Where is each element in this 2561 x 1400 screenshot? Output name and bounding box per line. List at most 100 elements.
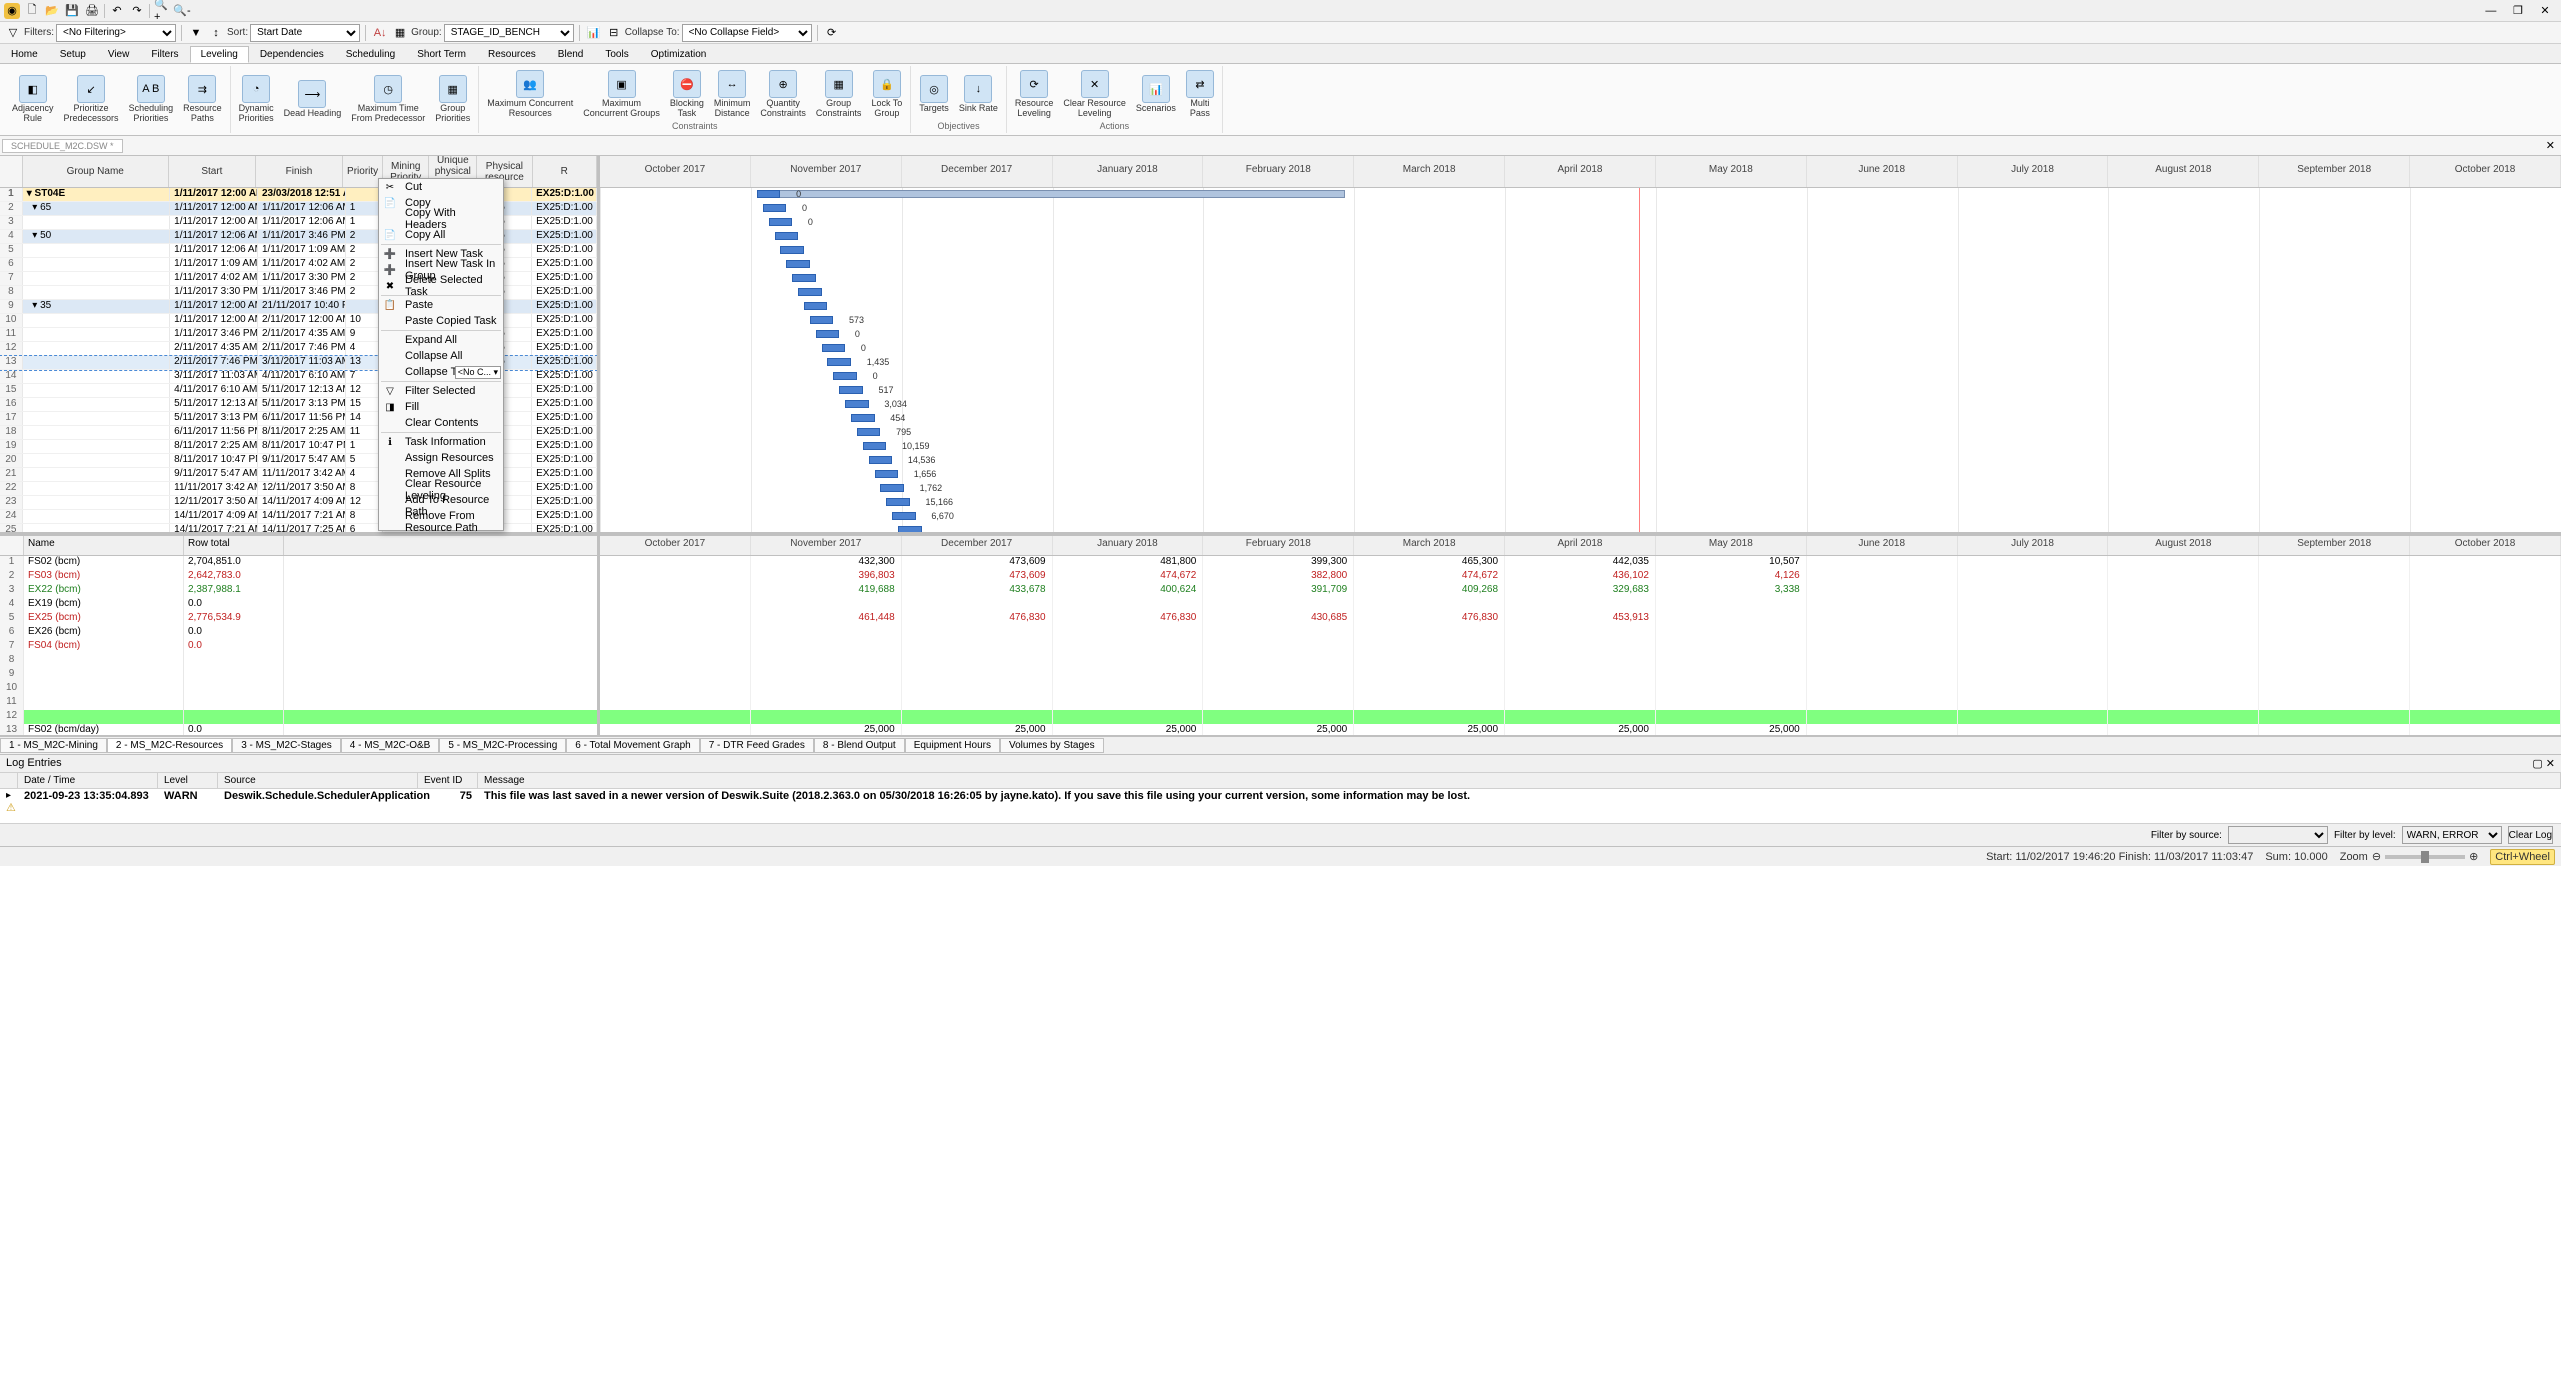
log-row[interactable]: ▸ ⚠ 2021-09-23 13:35:04.893 WARN Deswik.… (0, 789, 2561, 815)
resource-row[interactable]: 13FS02 (bcm/day)0.0 (0, 724, 597, 735)
ribbon-tab-filters[interactable]: Filters (140, 46, 189, 63)
minimize-button[interactable]: — (2479, 2, 2503, 20)
menu-filter-selected[interactable]: ▽Filter Selected (379, 383, 503, 399)
gantt-bar[interactable] (863, 442, 887, 450)
task-row[interactable]: 24 14/11/2017 4:09 AM 14/11/2017 7:21 AM… (0, 510, 597, 524)
gantt-bar[interactable] (780, 246, 804, 254)
task-row[interactable]: 25 14/11/2017 7:21 AM 14/11/2017 7:25 AM… (0, 524, 597, 532)
ribbon-tab-resources[interactable]: Resources (477, 46, 547, 63)
resource-row[interactable]: 8 (0, 654, 597, 668)
gantt-bar[interactable] (892, 512, 916, 520)
grid-body[interactable]: 1 ▾ ST04E 1/11/2017 12:00 AM 23/03/2018 … (0, 188, 597, 532)
res-grid-body[interactable]: 1FS02 (bcm)2,704,851.02FS03 (bcm)2,642,7… (0, 556, 597, 735)
task-row[interactable]: 4 ▾ 50 1/11/2017 12:06 AM 1/11/2017 3:46… (0, 230, 597, 244)
col-group-name[interactable]: Group Name (23, 156, 169, 187)
ribbon-clear-resource[interactable]: ✕Clear ResourceLeveling (1061, 68, 1128, 121)
sheet-tab[interactable]: 3 - MS_M2C-Stages (232, 738, 341, 753)
task-row[interactable]: 18 6/11/2017 11:56 PM 8/11/2017 2:25 AM … (0, 426, 597, 440)
ribbon-scenarios[interactable]: 📊Scenarios (1134, 73, 1178, 116)
ribbon-prioritize[interactable]: ↙PrioritizePredecessors (62, 73, 121, 126)
gantt-bar[interactable] (839, 386, 863, 394)
task-row[interactable]: 21 9/11/2017 5:47 AM 11/11/2017 3:42 AM … (0, 468, 597, 482)
ribbon-maximum-concurrent[interactable]: 👥Maximum ConcurrentResources (485, 68, 575, 121)
ribbon-tab-blend[interactable]: Blend (547, 46, 595, 63)
sort-icon[interactable]: ↕ (207, 24, 225, 42)
task-row[interactable]: 1 ▾ ST04E 1/11/2017 12:00 AM 23/03/2018 … (0, 188, 597, 202)
task-row[interactable]: 3 1/11/2017 12:00 AM 1/11/2017 12:06 AM … (0, 216, 597, 230)
ribbon-targets[interactable]: ◎Targets (917, 73, 951, 116)
menu-cut[interactable]: ✂Cut (379, 179, 503, 195)
gantt-bar[interactable] (775, 232, 799, 240)
log-col-eventid[interactable]: Event ID (418, 773, 478, 788)
collapse-select[interactable]: <No Collapse Field> (682, 24, 812, 42)
ribbon-lock-to[interactable]: 🔒Lock ToGroup (869, 68, 904, 121)
sheet-tab[interactable]: 4 - MS_M2C-O&B (341, 738, 440, 753)
gantt-bar[interactable] (869, 456, 893, 464)
ribbon-resource[interactable]: ⟳ResourceLeveling (1013, 68, 1056, 121)
gantt-bar[interactable] (786, 260, 810, 268)
collapse-icon[interactable]: ⊟ (605, 24, 623, 42)
task-row[interactable]: 9 ▾ 35 1/11/2017 12:00 AM 21/11/2017 10:… (0, 300, 597, 314)
ribbon-scheduling[interactable]: A BSchedulingPriorities (127, 73, 176, 126)
gantt-bar[interactable] (822, 344, 846, 352)
resource-row[interactable]: 11 (0, 696, 597, 710)
zoom-out-icon[interactable]: ⊖ (2372, 850, 2381, 863)
col-res-name[interactable]: Name (24, 536, 184, 555)
menu-copy-all[interactable]: 📄Copy All (379, 227, 503, 243)
group-select[interactable]: STAGE_ID_BENCH (444, 24, 574, 42)
ribbon-tab-setup[interactable]: Setup (49, 46, 97, 63)
task-row[interactable]: 17 5/11/2017 3:13 PM 6/11/2017 11:56 PM … (0, 412, 597, 426)
task-row[interactable]: 16 5/11/2017 12:13 AM 5/11/2017 3:13 PM … (0, 398, 597, 412)
resource-row[interactable]: 12 (0, 710, 597, 724)
menu-fill[interactable]: ◨Fill (379, 399, 503, 415)
sheet-tab[interactable]: Equipment Hours (905, 738, 1000, 753)
ribbon-sink-rate[interactable]: ↓Sink Rate (957, 73, 1000, 116)
zoom-control[interactable]: Zoom ⊖ ⊕ (2340, 850, 2479, 863)
ribbon-tab-optimization[interactable]: Optimization (640, 46, 718, 63)
task-row[interactable]: 19 8/11/2017 2:25 AM 8/11/2017 10:47 PM … (0, 440, 597, 454)
sort-select[interactable]: Start Date (250, 24, 360, 42)
filter-source-select[interactable] (2228, 826, 2328, 844)
ribbon-tab-home[interactable]: Home (0, 46, 49, 63)
menu-collapse-to-group[interactable]: Collapse To Group<No C... ▾ (379, 364, 503, 380)
gantt-bar[interactable] (857, 428, 881, 436)
task-row[interactable]: 11 1/11/2017 3:46 PM 2/11/2017 4:35 AM 9… (0, 328, 597, 342)
log-col-level[interactable]: Level (158, 773, 218, 788)
resource-row[interactable]: 7FS04 (bcm)0.0 (0, 640, 597, 654)
ribbon-tab-short-term[interactable]: Short Term (406, 46, 477, 63)
col-r[interactable]: R (533, 156, 597, 187)
resource-row[interactable]: 1FS02 (bcm)2,704,851.0 (0, 556, 597, 570)
task-row[interactable]: 8 1/11/2017 3:30 PM 1/11/2017 3:46 PM 2 … (0, 286, 597, 300)
sheet-tab[interactable]: 7 - DTR Feed Grades (700, 738, 814, 753)
col-start[interactable]: Start (169, 156, 256, 187)
menu-collapse-all[interactable]: Collapse All (379, 348, 503, 364)
task-row[interactable]: 5 1/11/2017 12:06 AM 1/11/2017 1:09 AM 2… (0, 244, 597, 258)
task-row[interactable]: 12 2/11/2017 4:35 AM 2/11/2017 7:46 PM 4… (0, 342, 597, 356)
sheet-tab[interactable]: 2 - MS_M2C-Resources (107, 738, 232, 753)
ribbon-group[interactable]: ▦GroupConstraints (814, 68, 864, 121)
redo-icon[interactable]: ↷ (129, 3, 145, 19)
resource-row[interactable]: 10 (0, 682, 597, 696)
task-row[interactable]: 23 12/11/2017 3:50 AM 14/11/2017 4:09 AM… (0, 496, 597, 510)
sheet-tab[interactable]: 6 - Total Movement Graph (566, 738, 699, 753)
gantt-bar[interactable] (763, 204, 787, 212)
ribbon-minimum[interactable]: ↔MinimumDistance (712, 68, 753, 121)
filter-icon[interactable]: ▽ (4, 24, 22, 42)
gantt-bar[interactable] (851, 414, 875, 422)
ribbon-maximum[interactable]: ▣MaximumConcurrent Groups (581, 68, 662, 121)
col-finish[interactable]: Finish (256, 156, 343, 187)
gantt-bar[interactable] (875, 470, 899, 478)
resource-row[interactable]: 4EX19 (bcm)0.0 (0, 598, 597, 612)
ribbon-quantity[interactable]: ⊕QuantityConstraints (758, 68, 808, 121)
task-row[interactable]: 2 ▾ 65 1/11/2017 12:00 AM 1/11/2017 12:0… (0, 202, 597, 216)
resource-row[interactable]: 5EX25 (bcm)2,776,534.9 (0, 612, 597, 626)
log-body[interactable]: ▸ ⚠ 2021-09-23 13:35:04.893 WARN Deswik.… (0, 789, 2561, 823)
menu-task-information[interactable]: ℹTask Information (379, 434, 503, 450)
sheet-tab[interactable]: 8 - Blend Output (814, 738, 905, 753)
sheet-tab[interactable]: 1 - MS_M2C-Mining (0, 738, 107, 753)
gantt-bar[interactable] (827, 358, 851, 366)
gantt-bar[interactable] (845, 400, 869, 408)
ribbon-maximum-time[interactable]: ◷Maximum TimeFrom Predecessor (349, 73, 427, 126)
menu-assign-resources[interactable]: Assign Resources (379, 450, 503, 466)
filter-level-select[interactable]: WARN, ERROR (2402, 826, 2502, 844)
